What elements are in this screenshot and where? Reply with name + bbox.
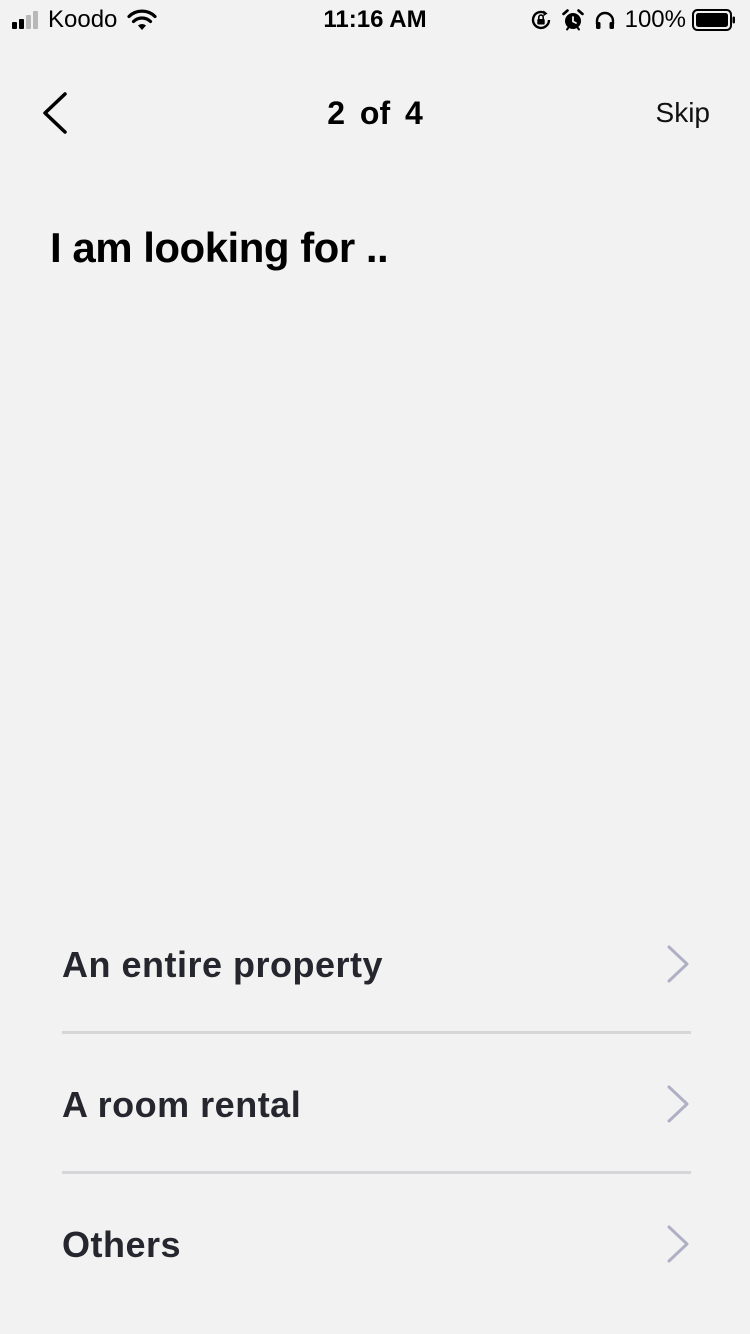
options-list: An entire property A room rental Others xyxy=(62,894,691,1314)
orientation-lock-icon xyxy=(531,10,550,30)
chevron-right-icon xyxy=(667,1225,689,1263)
option-label: Others xyxy=(62,1224,182,1265)
option-label: An entire property xyxy=(62,944,384,985)
chevron-right-icon xyxy=(667,945,689,983)
option-label: A room rental xyxy=(62,1084,302,1125)
battery-icon xyxy=(692,9,735,31)
option-others[interactable]: Others xyxy=(62,1174,691,1314)
chevron-right-icon xyxy=(667,1085,689,1123)
status-right: 100% xyxy=(529,8,736,32)
alarm-icon xyxy=(561,9,584,31)
option-entire-property[interactable]: An entire property xyxy=(62,894,691,1034)
headphones-icon xyxy=(595,11,614,29)
status-bar: Koodo 11:16 AM 100% xyxy=(0,0,750,40)
page-title: I am looking for .. xyxy=(50,224,389,271)
nav-bar: 2 of 4 Skip xyxy=(0,80,750,146)
skip-button[interactable]: Skip xyxy=(656,96,710,130)
step-progress: 2 of 4 xyxy=(327,95,423,131)
battery-percentage: 100% xyxy=(624,6,686,33)
option-room-rental[interactable]: A room rental xyxy=(62,1034,691,1174)
